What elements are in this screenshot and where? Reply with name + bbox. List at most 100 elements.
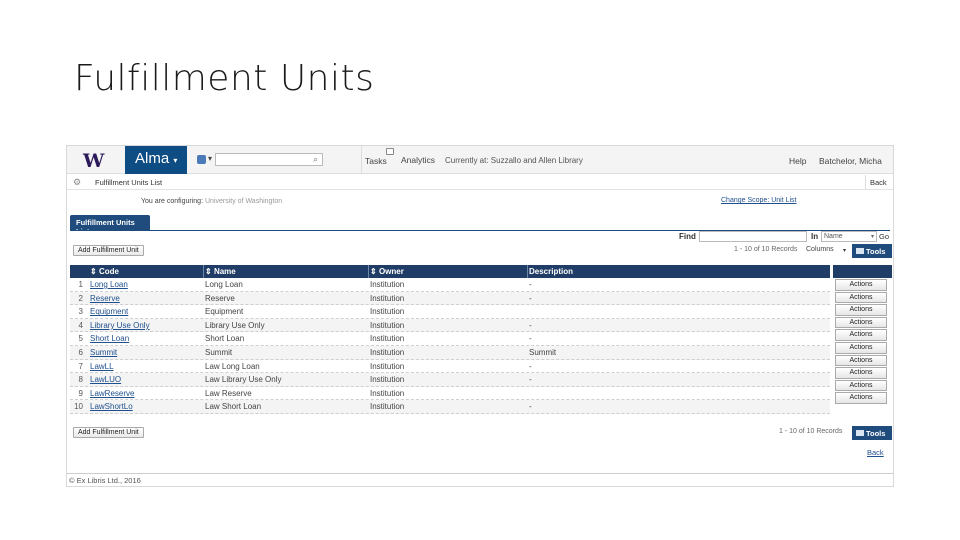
unit-owner: Institution bbox=[370, 375, 405, 385]
column-header-name[interactable]: ⇕ Name bbox=[205, 267, 236, 276]
in-field-value: Name bbox=[824, 233, 843, 240]
find-input[interactable] bbox=[699, 231, 807, 242]
unit-owner: Institution bbox=[370, 347, 405, 357]
column-header-description[interactable]: Description bbox=[529, 267, 573, 276]
unit-code-link[interactable]: LawReserve bbox=[90, 389, 134, 398]
alma-menu-button[interactable]: Alma ▾ bbox=[125, 146, 187, 174]
unit-owner: Institution bbox=[370, 293, 405, 303]
unit-description: - bbox=[529, 334, 532, 344]
unit-name: Law Short Loan bbox=[205, 402, 262, 412]
chevron-down-icon[interactable]: ▾ bbox=[843, 247, 846, 254]
unit-owner: Institution bbox=[370, 307, 405, 317]
row-number: 3 bbox=[78, 307, 83, 317]
add-fulfillment-unit-button[interactable]: Add Fulfillment Unit bbox=[73, 245, 144, 256]
table-row: 2 Reserve Reserve Institution - bbox=[70, 291, 830, 306]
unit-name: Law Long Loan bbox=[205, 361, 260, 371]
unit-owner: Institution bbox=[370, 402, 405, 412]
column-header-code[interactable]: ⇕ Code bbox=[90, 267, 119, 276]
unit-name: Reserve bbox=[205, 293, 235, 303]
table-row: 3 Equipment Equipment Institution bbox=[70, 305, 830, 319]
records-count: 1 - 10 of 10 Records bbox=[734, 246, 798, 253]
column-header-owner[interactable]: ⇕ Owner bbox=[370, 267, 404, 276]
unit-code-link[interactable]: LawShortLo bbox=[90, 402, 133, 411]
unit-code-link[interactable]: Reserve bbox=[90, 294, 120, 303]
current-location[interactable]: Currently at: Suzzallo and Allen Library bbox=[445, 156, 583, 165]
puzzle-icon: ⚙ bbox=[73, 177, 82, 187]
row-number: 2 bbox=[78, 293, 83, 303]
row-number: 5 bbox=[78, 334, 83, 344]
table-row: 7 LawLL Law Long Loan Institution - bbox=[70, 360, 830, 374]
row-number: 1 bbox=[78, 280, 83, 289]
go-button[interactable]: Go bbox=[879, 232, 889, 241]
unit-code-link[interactable]: Equipment bbox=[90, 307, 128, 316]
configuring-value: University of Washington bbox=[205, 198, 283, 205]
user-menu[interactable]: Batchelor, Micha bbox=[819, 156, 882, 166]
unit-code-link[interactable]: Short Loan bbox=[90, 334, 129, 343]
unit-code-link[interactable]: LawLUO bbox=[90, 375, 121, 384]
unit-code-link[interactable]: LawLL bbox=[90, 362, 114, 371]
tasks-link[interactable]: Tasks bbox=[365, 156, 387, 166]
row-number: 8 bbox=[78, 375, 83, 385]
sort-icon: ⇕ bbox=[90, 267, 97, 276]
divider bbox=[361, 146, 362, 174]
row-number: 10 bbox=[74, 402, 83, 412]
actions-button[interactable]: Actions bbox=[835, 304, 887, 316]
tools-label: Tools bbox=[866, 429, 886, 438]
unit-code-link[interactable]: Library Use Only bbox=[90, 321, 150, 330]
table-row: 1 Long Loan Long Loan Institution - bbox=[70, 278, 830, 292]
back-link-bottom[interactable]: Back bbox=[867, 448, 884, 457]
table-body: 1 Long Loan Long Loan Institution - 2 Reserve R… bbox=[70, 278, 830, 414]
search-type-icon[interactable] bbox=[197, 155, 206, 164]
unit-name: Library Use Only bbox=[205, 320, 265, 330]
actions-button[interactable]: Actions bbox=[835, 379, 887, 392]
university-logo: W bbox=[83, 150, 105, 172]
columns-dropdown[interactable]: Columns bbox=[806, 246, 834, 253]
unit-description: - bbox=[529, 280, 532, 289]
actions-button[interactable]: Actions bbox=[835, 341, 887, 354]
actions-button[interactable]: Actions bbox=[835, 329, 887, 341]
unit-name: Short Loan bbox=[205, 334, 245, 344]
unit-description: - bbox=[529, 402, 532, 412]
in-field-select[interactable]: Name ▾ bbox=[821, 231, 877, 242]
unit-name: Law Reserve bbox=[205, 388, 252, 398]
back-button[interactable]: Back bbox=[865, 175, 893, 190]
unit-code-link[interactable]: Summit bbox=[90, 348, 117, 357]
slide-title: Fulfillment Units bbox=[74, 58, 375, 99]
actions-button[interactable]: Actions bbox=[835, 279, 887, 291]
top-bar: W Alma ▾ ▾ ⌕ Tasks Analytics Currently a… bbox=[67, 146, 893, 174]
change-scope-link[interactable]: Change Scope: Unit List bbox=[721, 197, 797, 204]
actions-button[interactable]: Actions bbox=[835, 354, 887, 367]
analytics-link[interactable]: Analytics bbox=[401, 155, 435, 165]
breadcrumb: ⚙ Fulfillment Units List Back bbox=[67, 175, 893, 190]
table-row: 8 LawLUO Law Library Use Only Institution - bbox=[70, 373, 830, 387]
tools-button[interactable]: Tools bbox=[852, 244, 892, 258]
add-fulfillment-unit-button-bottom[interactable]: Add Fulfillment Unit bbox=[73, 427, 144, 438]
fulfillment-units-table: ⇕ Code ⇕ Name ⇕ Owner Description 1 Long … bbox=[70, 265, 830, 414]
chevron-down-icon[interactable]: ▾ bbox=[208, 154, 212, 163]
actions-button[interactable]: Actions bbox=[835, 367, 887, 379]
help-link[interactable]: Help bbox=[789, 156, 806, 166]
table-row: 5 Short Loan Short Loan Institution - bbox=[70, 332, 830, 346]
actions-button[interactable]: Actions bbox=[835, 392, 887, 404]
alma-screenshot: W Alma ▾ ▾ ⌕ Tasks Analytics Currently a… bbox=[66, 145, 894, 487]
sort-icon: ⇕ bbox=[205, 267, 212, 276]
sort-icon: ⇕ bbox=[370, 267, 377, 276]
chevron-down-icon: ▾ bbox=[173, 156, 178, 165]
tools-label: Tools bbox=[866, 247, 886, 256]
actions-column: Actions Actions Actions Actions Actions Actio… bbox=[833, 278, 892, 405]
search-input[interactable] bbox=[215, 153, 323, 166]
actions-button[interactable]: Actions bbox=[835, 316, 887, 329]
tab-fulfillment-units-list[interactable]: Fulfillment Units List bbox=[70, 215, 150, 236]
unit-code-link[interactable]: Long Loan bbox=[90, 280, 128, 289]
chevron-down-icon: ▾ bbox=[870, 234, 874, 240]
table-row: 6 Summit Summit Institution Summit bbox=[70, 345, 830, 360]
actions-column-header bbox=[833, 265, 892, 278]
list-icon bbox=[856, 248, 864, 254]
actions-button[interactable]: Actions bbox=[835, 291, 887, 304]
tools-button-bottom[interactable]: Tools bbox=[852, 426, 892, 440]
unit-owner: Institution bbox=[370, 361, 405, 371]
speech-bubble-icon bbox=[386, 148, 394, 155]
search-icon[interactable]: ⌕ bbox=[313, 154, 318, 165]
records-count-bottom: 1 - 10 of 10 Records bbox=[779, 428, 843, 435]
unit-description: - bbox=[529, 375, 532, 385]
